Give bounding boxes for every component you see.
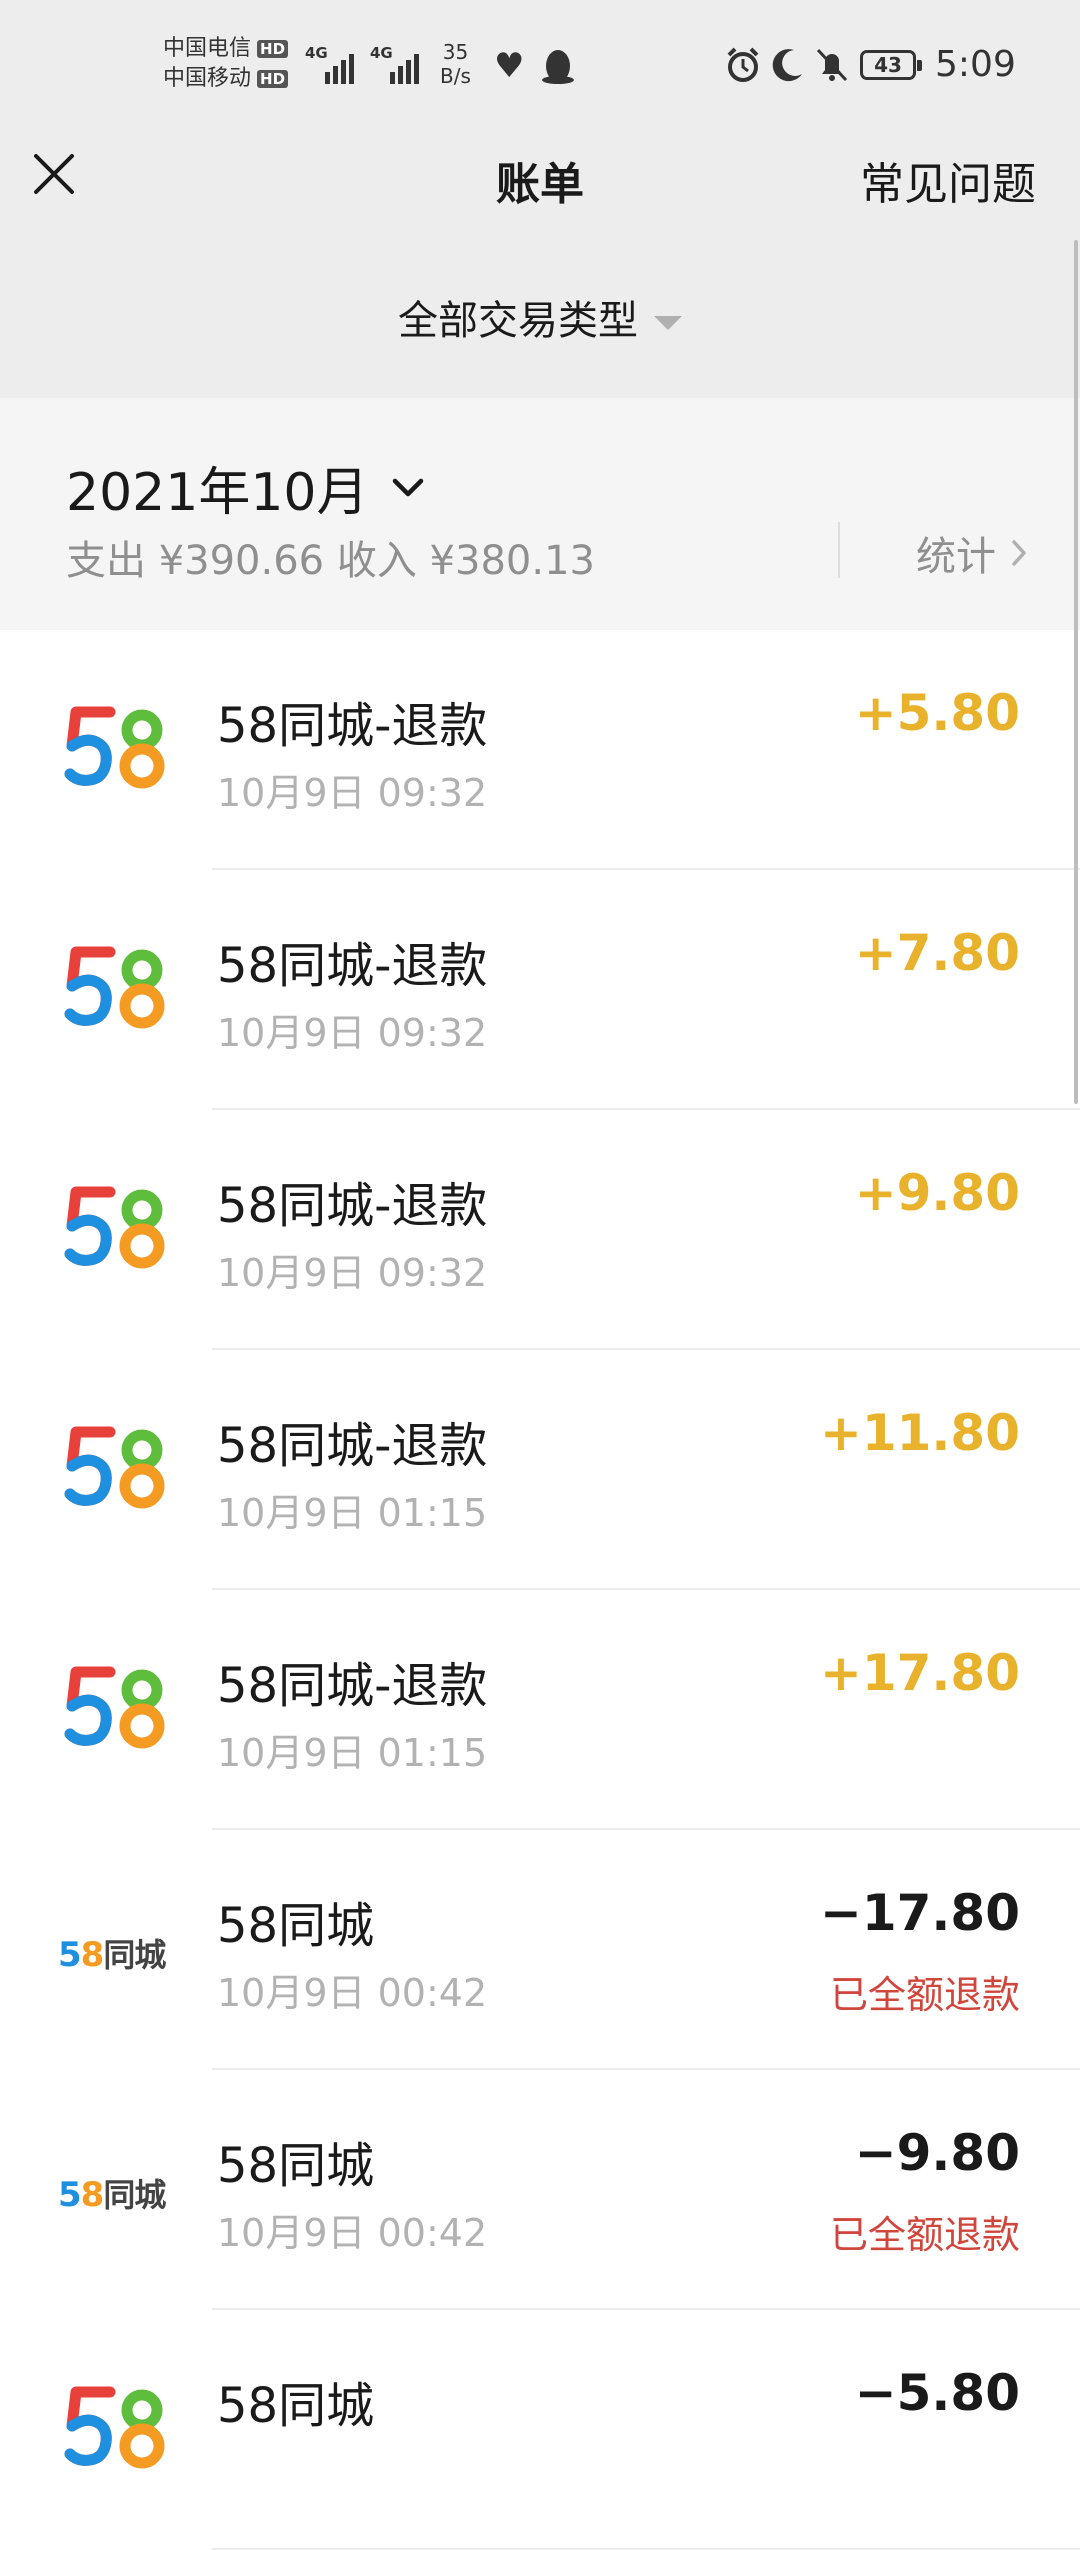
transaction-amount: −9.80 xyxy=(854,2124,1020,2182)
refund-status: 已全额退款 xyxy=(829,1973,1020,2017)
transaction-title: 58同城 xyxy=(217,1898,375,1954)
merchant-logo-58-icon xyxy=(64,1186,165,1269)
transaction-row[interactable]: 58同城 58同城 10月9日 00:42 −17.80 已全额退款 xyxy=(0,1830,1080,2070)
network-speed: 35 B/s xyxy=(440,40,471,88)
month-totals: 支出 ¥390.66 收入 ¥380.13 xyxy=(66,538,595,584)
transaction-row[interactable]: 58同城-退款 10月9日 01:15 +17.80 xyxy=(0,1590,1080,1830)
transaction-row[interactable]: 58同城 58同城 10月9日 00:42 −9.80 已全额退款 xyxy=(0,2070,1080,2310)
battery-icon: 43 xyxy=(860,50,922,80)
transaction-amount: +5.80 xyxy=(854,684,1020,742)
transaction-time: 10月9日 09:32 xyxy=(217,1251,488,1295)
transaction-amount: +9.80 xyxy=(854,1164,1020,1222)
transaction-time: 10月9日 01:15 xyxy=(217,1491,488,1535)
carrier-2: 中国移动 xyxy=(163,66,252,91)
transaction-row[interactable]: 58同城-退款 10月9日 09:32 +5.80 xyxy=(0,630,1080,870)
transaction-amount: −17.80 xyxy=(819,1884,1020,1942)
transaction-time: 10月9日 00:42 xyxy=(217,1971,488,2015)
mute-bell-icon xyxy=(816,48,848,82)
transaction-title: 58同城-退款 xyxy=(217,1418,488,1474)
transaction-time: 10月9日 01:15 xyxy=(217,1731,488,1775)
merchant-logo-58-icon xyxy=(64,946,165,1029)
merchant-logo-58-icon xyxy=(64,1666,165,1749)
merchant-logo-58-icon xyxy=(64,706,165,789)
transaction-row[interactable]: 58同城-退款 10月9日 09:32 +9.80 xyxy=(0,1110,1080,1350)
merchant-logo-58-icon xyxy=(64,2386,165,2469)
transaction-title: 58同城-退款 xyxy=(217,698,488,754)
hd-badge: HD xyxy=(257,70,289,88)
stats-label: 统计 xyxy=(916,534,996,580)
carrier-info: 中国电信 HD 中国移动 HD xyxy=(163,34,289,94)
merchant-logo-58tongcheng-icon: 58同城 xyxy=(58,1935,166,1975)
transaction-row[interactable]: 58同城-退款 10月9日 09:32 +7.80 xyxy=(0,870,1080,1110)
transaction-amount: +17.80 xyxy=(819,1644,1020,1702)
chevron-right-icon xyxy=(1012,540,1026,566)
faq-button[interactable]: 常见问题 xyxy=(860,148,1036,212)
hd-badge: HD xyxy=(257,40,289,58)
moon-icon xyxy=(772,49,802,82)
status-bar: 中国电信 HD 中国移动 HD 4G 4G 35 B/s ♥ 43 5:09 xyxy=(0,0,1080,140)
signal-icon: 4G xyxy=(370,44,419,84)
penguin-icon xyxy=(542,50,574,84)
month-label: 2021年10月 xyxy=(66,463,369,523)
month-selector[interactable]: 2021年10月 xyxy=(66,450,425,525)
transaction-amount: +11.80 xyxy=(819,1404,1020,1462)
transaction-type-filter[interactable]: 全部交易类型 xyxy=(0,288,1080,346)
signal-icon: 4G xyxy=(305,44,354,84)
filter-label: 全部交易类型 xyxy=(398,298,638,344)
title-bar: 账单 常见问题 xyxy=(0,140,1080,240)
transaction-amount: −5.80 xyxy=(854,2364,1020,2422)
transaction-title: 58同城-退款 xyxy=(217,1178,488,1234)
merchant-logo-58-icon xyxy=(64,1426,165,1509)
transaction-amount: +7.80 xyxy=(854,924,1020,982)
transaction-row[interactable]: 58同城-退款 10月9日 01:15 +11.80 xyxy=(0,1350,1080,1590)
transaction-time: 10月9日 09:32 xyxy=(217,771,488,815)
filter-bar: 全部交易类型 xyxy=(0,240,1080,398)
transaction-time: 10月9日 09:32 xyxy=(217,1011,488,1055)
transaction-title: 58同城-退款 xyxy=(217,1658,488,1714)
stats-button[interactable]: 统计 xyxy=(916,524,1028,582)
chevron-down-icon xyxy=(392,478,423,496)
transaction-row[interactable]: 58同城 −5.80 xyxy=(0,2310,1080,2550)
merchant-logo-58tongcheng-icon: 58同城 xyxy=(58,2175,166,2215)
transaction-list: 58同城-退款 10月9日 09:32 +5.80 58同城-退款 10月9日 09:3… xyxy=(0,630,1080,2550)
carrier-1: 中国电信 xyxy=(163,36,252,61)
dropdown-triangle-icon xyxy=(654,316,682,330)
clock: 5:09 xyxy=(935,44,1016,85)
transaction-title: 58同城 xyxy=(217,2378,375,2434)
month-summary: 2021年10月 支出 ¥390.66 收入 ¥380.13 统计 xyxy=(0,398,1080,630)
transaction-title: 58同城 xyxy=(217,2138,375,2194)
alarm-icon xyxy=(727,47,759,82)
divider xyxy=(838,522,840,578)
refund-status: 已全额退款 xyxy=(829,2213,1020,2257)
scrollbar[interactable] xyxy=(1074,240,1078,1104)
transaction-time: 10月9日 00:42 xyxy=(217,2211,488,2255)
heart-rate-icon: ♥ xyxy=(494,46,525,86)
transaction-title: 58同城-退款 xyxy=(217,938,488,994)
